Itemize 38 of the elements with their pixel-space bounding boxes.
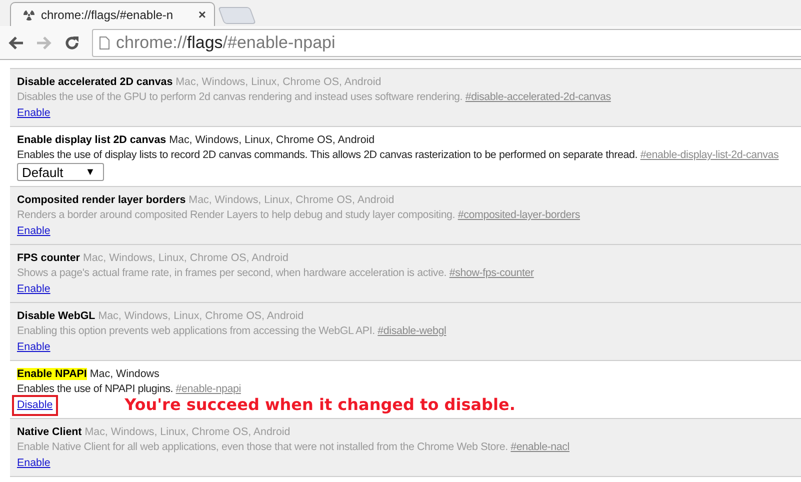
- flag-description: Enabling this option prevents web applications from accessing the WebGL API. #disable-webgl: [17, 324, 448, 339]
- toggle-link[interactable]: Disable: [15, 398, 55, 412]
- flag-platforms: Mac, Windows: [90, 368, 160, 380]
- url-text: chrome://flags/#enable-npapi: [116, 32, 336, 52]
- browser-tab[interactable]: chrome://flags/#enable-n ×: [10, 2, 215, 26]
- flag-description: Enables the use of display lists to record 2D canvas commands. This allows 2D canvas rasterization to be performed on separate thread. #enable-display-list-2d-canvas: [17, 148, 780, 163]
- tab-title: chrome://flags/#enable-n: [41, 8, 174, 22]
- flag-title: Enable NPAPI: [17, 368, 87, 380]
- flag-platforms: Mac, Windows, Linux, Chrome OS, Android: [176, 76, 382, 88]
- page-icon: [99, 36, 110, 50]
- address-bar[interactable]: chrome://flags/#enable-npapi: [92, 28, 801, 56]
- close-icon[interactable]: ×: [198, 7, 206, 22]
- flag-description: Renders a border around composited Render Layers to help debug and study layer compositing. #composited-layer-borders: [17, 208, 581, 223]
- flag-description: Shows a page's actual frame rate, in frames per second, when hardware acceleration is active. #show-fps-counter: [17, 266, 535, 281]
- toggle-link[interactable]: Enable: [17, 340, 50, 354]
- annotation-text: You're succeed when it changed to disable.: [124, 397, 516, 413]
- toggle-link[interactable]: Enable: [17, 224, 50, 238]
- flag-description: Enable Native Client for all web applications, even those that were not installed from the Chrome Web Store. #enable-nacl: [17, 440, 570, 455]
- flag-title: Native Client: [17, 426, 82, 438]
- flag-description: Enables the use of NPAPI plugins. #enable-npapi: [17, 382, 242, 397]
- flag-title: Disable WebGL: [17, 310, 96, 322]
- flag-description: Disables the use of the GPU to perform 2d canvas rendering and instead uses software rendering. #disable-accelerated-2d-canvas: [17, 90, 612, 105]
- toggle-link[interactable]: Enable: [17, 106, 50, 120]
- toggle-link[interactable]: Enable: [17, 456, 50, 470]
- select-field[interactable]: Default ▼: [17, 163, 104, 181]
- flag-title: Composited render layer borders: [17, 194, 186, 206]
- flag-title: Enable display list 2D canvas: [17, 134, 166, 146]
- flag-title: FPS counter: [17, 252, 80, 264]
- flag-platforms: Mac, Windows, Linux, Chrome OS, Android: [188, 194, 394, 206]
- radiation-icon: [23, 8, 35, 20]
- flag-platforms: Mac, Windows, Linux, Chrome OS, Android: [84, 426, 290, 438]
- flag-platforms: Mac, Windows, Linux, Chrome OS, Android: [98, 310, 304, 322]
- back-icon[interactable]: [8, 36, 24, 50]
- flag-title: Disable accelerated 2D canvas: [17, 76, 173, 88]
- reload-icon[interactable]: [64, 34, 80, 50]
- toggle-link[interactable]: Enable: [17, 282, 50, 296]
- flag-platforms: Mac, Windows, Linux, Chrome OS, Android: [169, 134, 375, 146]
- flag-platforms: Mac, Windows, Linux, Chrome OS, Android: [82, 252, 288, 264]
